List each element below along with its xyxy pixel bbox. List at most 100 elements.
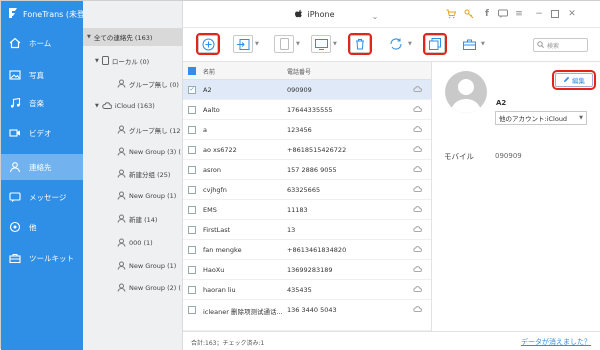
column-name[interactable]: 名前 (203, 67, 215, 76)
table-row[interactable]: EMS 11183 (183, 200, 431, 220)
nav-item-label: ビデオ (29, 128, 52, 138)
tree-node-group[interactable]: グループ無し (0) (117, 77, 179, 91)
export-pc-button[interactable]: ▼ (311, 34, 337, 54)
tree-node-group[interactable]: グループ無し (12 (117, 123, 180, 137)
chevron-down-icon: ▼ (255, 41, 259, 47)
tree-node-label: 000 (1) (129, 239, 153, 247)
import-button[interactable]: ▼ (233, 34, 259, 54)
chevron-down-icon[interactable]: ⌄ (369, 10, 381, 22)
nav-item-toolkit[interactable]: ツールキット (1, 245, 83, 271)
table-row[interactable]: FirstLast 13 (183, 220, 431, 240)
table-row[interactable]: haoran liu 435435 (183, 280, 431, 300)
column-phone[interactable]: 電話番号 (287, 67, 311, 76)
tree-all-contacts[interactable]: ▼ 全ての連絡先 (163) (83, 28, 183, 46)
nav-item-other[interactable]: 他 (1, 214, 83, 240)
toolbox-button[interactable]: ▼ (459, 34, 485, 54)
nav-item-video[interactable]: ビデオ (1, 120, 83, 146)
row-checkbox[interactable] (188, 246, 196, 254)
cloud-icon (413, 306, 422, 314)
group-icon (117, 191, 126, 202)
table-row[interactable]: ao xs6722 +8618515426722 (183, 140, 431, 160)
row-checkbox[interactable] (188, 286, 196, 294)
key-icon[interactable] (463, 8, 475, 20)
nav-item-music[interactable]: 音楽 (1, 90, 83, 116)
tree-node-group[interactable]: 000 (1) (117, 236, 153, 250)
export-button[interactable]: ▼ (274, 34, 300, 54)
chat-icon[interactable] (497, 8, 509, 20)
table-row[interactable]: icleaner 删除项测试通话... 136 3440 5043 (183, 300, 431, 331)
search-icon (537, 40, 544, 50)
tree-node-group[interactable]: 新建 (14) (117, 212, 157, 226)
toolbox-icon (459, 35, 479, 53)
contact-phone: +8618515426722 (287, 146, 347, 154)
contact-phone: 11183 (287, 206, 308, 214)
search-input[interactable]: 検索 (533, 38, 588, 52)
table-row[interactable]: Aalto 17644335555 (183, 100, 431, 120)
contact-phone: 13 (287, 226, 296, 234)
table-row[interactable]: ✓ A2 090909 (183, 80, 431, 100)
facebook-icon[interactable]: f (481, 8, 493, 20)
row-checkbox[interactable] (188, 306, 196, 314)
tree-header-label: 全ての連絡先 (163) (93, 34, 153, 42)
search-placeholder: 検索 (547, 42, 560, 50)
tree-node-icloud[interactable]: ▼ iCloud (163) (95, 99, 155, 113)
nav-item-contacts[interactable]: 連絡先 (1, 154, 83, 180)
app-window: FoneTrans (未登録) ホーム 写真 音楽 ビデオ 連絡先 メッセージ (0, 0, 600, 350)
maximize-icon[interactable] (549, 8, 561, 20)
row-checkbox[interactable] (188, 266, 196, 274)
phone-icon (101, 55, 109, 67)
table-row[interactable]: a 123456 (183, 120, 431, 140)
account-select[interactable]: 他のアカウント:iCloud ▼ (495, 111, 587, 125)
close-icon[interactable]: ✕ (566, 8, 578, 20)
row-checkbox[interactable] (188, 126, 196, 134)
row-checkbox[interactable] (188, 226, 196, 234)
nav-item-home[interactable]: ホーム (1, 30, 83, 56)
edit-button[interactable]: 編集 (552, 70, 596, 90)
music-icon (9, 97, 21, 109)
minimize-icon[interactable]: − (533, 8, 545, 20)
delete-button[interactable] (348, 33, 372, 55)
row-checkbox[interactable]: ✓ (188, 86, 196, 94)
add-contact-button[interactable] (196, 33, 220, 55)
row-checkbox[interactable] (188, 206, 196, 214)
cloud-icon (413, 286, 422, 294)
duplicate-button[interactable] (423, 33, 447, 55)
contact-phone: 435435 (287, 286, 312, 294)
table-row[interactable]: cvjhgfn 63325665 (183, 180, 431, 200)
table-row[interactable]: HaoXu 13699283189 (183, 260, 431, 280)
device-selector[interactable]: iPhone (245, 7, 385, 22)
collapse-triangle-icon: ▼ (87, 34, 91, 40)
cloud-icon (413, 146, 422, 154)
data-lost-link[interactable]: データが消えました？ (521, 337, 591, 347)
row-checkbox[interactable] (188, 186, 196, 194)
title-bar: iPhone ⌄ f ≡ − ✕ (183, 1, 600, 28)
contact-phone: 63325665 (287, 186, 321, 194)
nav-item-label: メッセージ (29, 192, 67, 202)
tree-node-group[interactable]: New Group (1) (117, 189, 176, 203)
row-checkbox[interactable] (188, 166, 196, 174)
tree-node-group[interactable]: New Group (3) ( (117, 145, 181, 159)
table-row[interactable]: fan mengke +8613461834820 (183, 240, 431, 260)
row-checkbox[interactable] (188, 146, 196, 154)
group-icon (117, 214, 126, 225)
row-checkbox[interactable] (188, 106, 196, 114)
tree-node-group[interactable]: New Group (1) (117, 259, 176, 273)
select-all-checkbox[interactable] (188, 67, 196, 75)
nav-item-label: 音楽 (29, 98, 44, 108)
device-name: iPhone (307, 10, 335, 19)
monitor-icon (311, 35, 331, 53)
nav-item-messages[interactable]: メッセージ (1, 184, 83, 210)
tree-node-group[interactable]: 新建分组 (25) (117, 167, 170, 181)
refresh-button[interactable]: ▼ (386, 34, 412, 54)
chevron-down-icon: ▼ (579, 115, 583, 121)
group-icon (117, 238, 126, 249)
tree-node-group[interactable]: New Group (2) ( (117, 281, 181, 295)
chevron-down-icon: ▼ (333, 41, 337, 47)
menu-icon[interactable]: ≡ (513, 8, 525, 20)
table-row[interactable]: asron 157 2886 9055 (183, 160, 431, 180)
tree-node-label: New Group (2) ( (129, 284, 181, 292)
tree-node-local[interactable]: ▼ ローカル (0) (95, 54, 149, 68)
nav-item-photos[interactable]: 写真 (1, 62, 83, 88)
cart-icon[interactable] (445, 8, 457, 20)
nav-item-label: 連絡先 (29, 162, 52, 172)
